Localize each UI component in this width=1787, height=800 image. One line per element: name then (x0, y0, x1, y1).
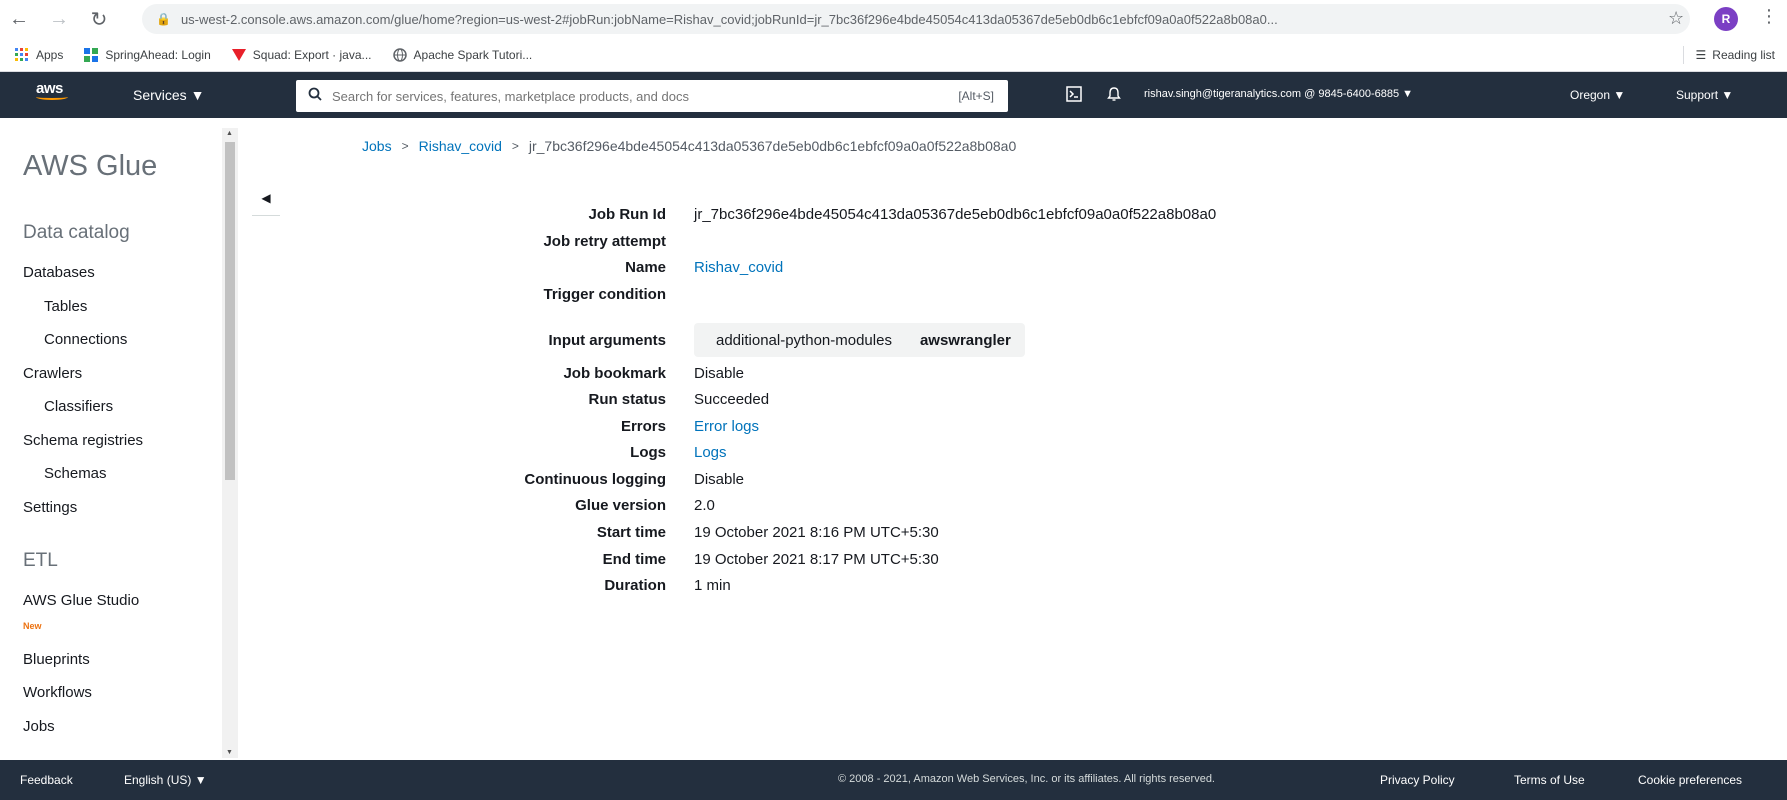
browser-menu-icon[interactable]: ⋮ (1760, 6, 1778, 27)
sidebar-section-etl: ETL (23, 550, 58, 571)
notifications-bell-icon[interactable] (1106, 86, 1122, 107)
feedback-link[interactable]: Feedback (20, 773, 73, 787)
detail-run-status: Run status Succeeded (588, 390, 770, 408)
springahead-icon (83, 47, 99, 63)
bookmark-springahead[interactable]: SpringAhead: Login (83, 47, 211, 63)
input-arguments-table: additional-python-modules awswrangler (694, 323, 1025, 357)
logs-link[interactable]: Logs (694, 444, 727, 461)
detail-job-retry-attempt: Job retry attempt (543, 232, 666, 250)
scrollbar-thumb[interactable] (225, 142, 235, 480)
chevron-right-icon: > (401, 139, 409, 153)
job-run-id-value: jr_7bc36f296e4bde45054c413da05367de5eb0d… (694, 205, 1217, 223)
region-selector[interactable]: Oregon ▼ (1570, 88, 1625, 102)
support-menu[interactable]: Support ▼ (1676, 88, 1733, 102)
sidebar-item-classifiers[interactable]: Classifiers (44, 398, 113, 415)
services-menu[interactable]: Services ▼ (133, 87, 204, 103)
search-shortcut-hint: [Alt+S] (958, 89, 994, 103)
sidebar-item-schema-registries[interactable]: Schema registries (23, 432, 143, 449)
console-search-input[interactable] (332, 88, 922, 104)
argument-value: awswrangler (919, 331, 1011, 349)
glue-sidebar: AWS Glue Data catalog Databases Tables C… (0, 118, 238, 760)
sidebar-item-connections[interactable]: Connections (44, 331, 127, 348)
job-name-link[interactable]: Rishav_covid (694, 259, 783, 276)
lock-icon: 🔒 (156, 12, 171, 26)
sidebar-item-tables[interactable]: Tables (44, 298, 87, 315)
sidebar-section-data-catalog: Data catalog (23, 222, 130, 243)
bookmark-star-icon[interactable]: ☆ (1668, 8, 1684, 29)
bookmarks-bar: Apps SpringAhead: Login Squad: Export · … (0, 38, 1787, 72)
breadcrumb: Jobs > Rishav_covid > jr_7bc36f296e4bde4… (362, 138, 1016, 154)
sidebar-item-crawlers[interactable]: Crawlers (23, 365, 82, 382)
sidebar-scrollbar[interactable]: ▲ ▼ (222, 128, 238, 758)
reading-list-icon: ☰ (1695, 48, 1707, 62)
sidebar-item-jobs[interactable]: Jobs (23, 718, 55, 735)
bookmark-apps[interactable]: Apps (14, 47, 63, 63)
back-arrow-icon[interactable]: ← (8, 8, 30, 30)
detail-end-time: End time 19 October 2021 8:17 PM UTC+5:3… (602, 550, 939, 568)
apps-grid-icon (14, 47, 30, 63)
aws-console-header: aws Services ▼ [Alt+S] rishav.singh@tige… (0, 72, 1787, 118)
reload-icon[interactable]: ↻ (88, 8, 110, 31)
argument-key: additional-python-modules (716, 331, 892, 349)
scroll-up-icon[interactable]: ▲ (226, 130, 233, 137)
address-bar[interactable]: 🔒 us-west-2.console.aws.amazon.com/glue/… (142, 4, 1690, 34)
detail-trigger-condition: Trigger condition (543, 285, 667, 303)
search-icon (308, 87, 322, 105)
console-footer: Feedback English (US) ▼ © 2008 - 2021, A… (0, 760, 1787, 800)
breadcrumb-jobs-link[interactable]: Jobs (362, 138, 392, 154)
sidebar-item-blueprints[interactable]: Blueprints (23, 651, 90, 668)
console-search[interactable]: [Alt+S] (296, 80, 1008, 112)
detail-glue-version: Glue version 2.0 (575, 496, 715, 514)
breadcrumb-job-link[interactable]: Rishav_covid (419, 138, 502, 154)
terms-of-use-link[interactable]: Terms of Use (1514, 773, 1585, 787)
reading-list[interactable]: ☰ Reading list (1682, 46, 1775, 64)
detail-duration: Duration 1 min (604, 576, 731, 594)
profile-avatar[interactable]: R (1714, 7, 1738, 31)
forward-arrow-icon[interactable]: → (48, 8, 70, 30)
sidebar-item-settings[interactable]: Settings (23, 499, 77, 516)
detail-input-arguments: Input arguments additional-python-module… (440, 323, 1025, 357)
sidebar-item-schemas[interactable]: Schemas (44, 465, 107, 482)
new-badge: New (23, 621, 42, 631)
globe-icon (392, 47, 408, 63)
detail-name: Name Rishav_covid (625, 258, 784, 276)
cookie-preferences-link[interactable]: Cookie preferences (1638, 773, 1742, 787)
caret-left-icon: ◀ (261, 190, 271, 205)
detail-errors: Errors Error logs (620, 417, 760, 435)
detail-job-run-id: Job Run Id jr_7bc36f296e4bde45054c413da0… (588, 205, 1217, 223)
error-logs-link[interactable]: Error logs (694, 418, 759, 435)
run-status-value: Succeeded (694, 390, 770, 408)
squad-logo-icon (231, 47, 247, 63)
bookmark-squad[interactable]: Squad: Export · java... (231, 47, 372, 63)
sidebar-item-workflows[interactable]: Workflows (23, 684, 92, 701)
browser-toolbar: ← → ↻ 🔒 us-west-2.console.aws.amazon.com… (0, 0, 1787, 38)
sidebar-item-glue-studio[interactable]: AWS Glue Studio (23, 592, 139, 609)
aws-logo[interactable]: aws (36, 80, 76, 108)
cloudshell-icon[interactable] (1066, 86, 1082, 107)
copyright-text: © 2008 - 2021, Amazon Web Services, Inc.… (838, 773, 1215, 785)
account-menu[interactable]: rishav.singh@tigeranalytics.com @ 9845-6… (1144, 88, 1413, 100)
detail-start-time: Start time 19 October 2021 8:16 PM UTC+5… (596, 523, 939, 541)
detail-job-bookmark: Job bookmark Disable (563, 364, 745, 382)
bookmark-spark-tutorial[interactable]: Apache Spark Tutori... (392, 47, 532, 63)
url-text: us-west-2.console.aws.amazon.com/glue/ho… (180, 11, 1278, 27)
detail-logs: Logs Logs (630, 443, 727, 461)
sidebar-item-databases[interactable]: Databases (23, 264, 95, 281)
detail-continuous-logging: Continuous logging Disable (524, 470, 745, 488)
chevron-right-icon: > (511, 139, 519, 153)
sidebar-title: AWS Glue (23, 150, 158, 182)
language-selector[interactable]: English (US) ▼ (124, 773, 207, 787)
collapse-sidebar-button[interactable]: ◀ (252, 180, 280, 216)
privacy-policy-link[interactable]: Privacy Policy (1380, 773, 1455, 787)
scroll-down-icon[interactable]: ▼ (226, 749, 233, 756)
breadcrumb-current-run: jr_7bc36f296e4bde45054c413da05367de5eb0d… (528, 138, 1017, 154)
